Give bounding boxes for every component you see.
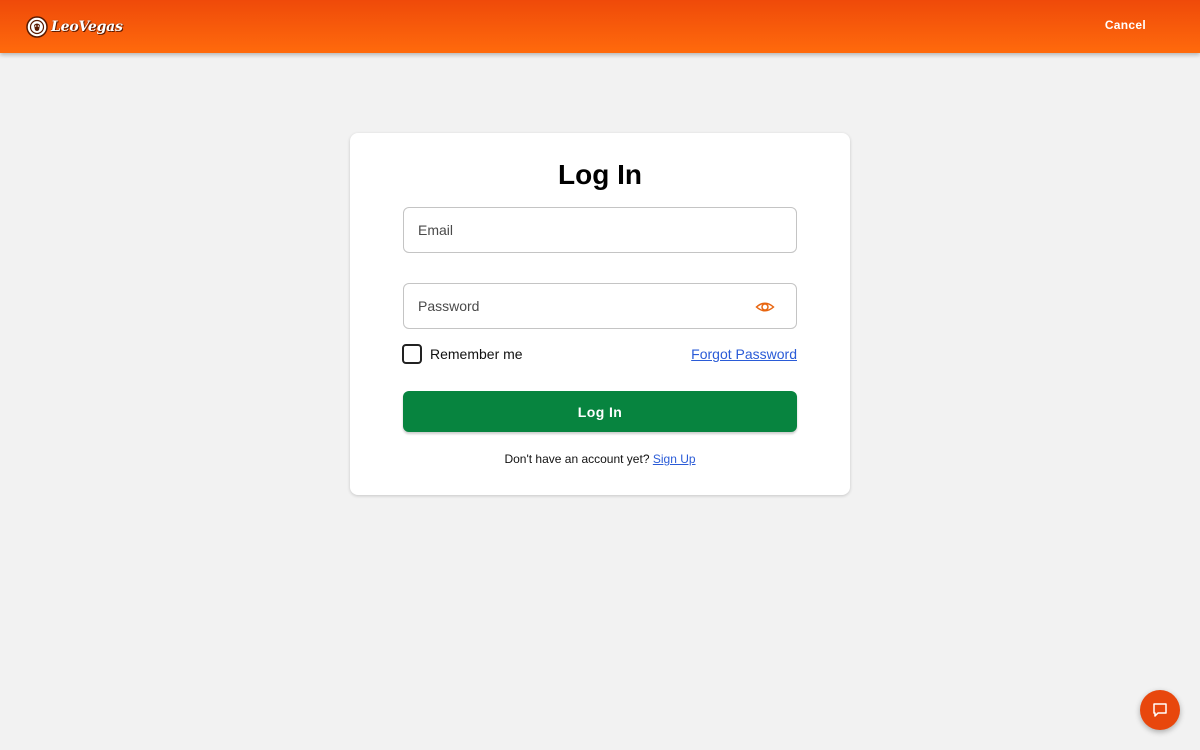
signup-prompt: Don't have an account yet? Sign Up [350,452,850,466]
chat-button[interactable] [1140,690,1180,730]
email-field[interactable] [418,208,748,252]
top-bar: LeoVegas Cancel [0,0,1200,53]
signup-link[interactable]: Sign Up [653,452,696,466]
remember-me-label: Remember me [430,346,523,362]
signup-prompt-text: Don't have an account yet? [504,452,650,466]
chat-icon [1153,703,1167,717]
remember-me-option[interactable]: Remember me [402,344,523,364]
forgot-password-link[interactable]: Forgot Password [691,346,797,362]
leovegas-logo[interactable]: LeoVegas [26,15,123,39]
password-field-container [403,283,797,329]
login-card: Log In Remember me Forgot Password Log I… [350,133,850,495]
email-field-container [403,207,797,253]
page-title: Log In [558,159,642,190]
cancel-button[interactable]: Cancel [1105,18,1146,32]
password-field[interactable] [418,284,748,328]
logo-text: LeoVegas [51,19,123,35]
login-button[interactable]: Log In [403,391,797,432]
eye-icon[interactable] [755,297,775,317]
lion-logo-icon [26,16,48,38]
remember-me-checkbox[interactable] [402,344,422,364]
